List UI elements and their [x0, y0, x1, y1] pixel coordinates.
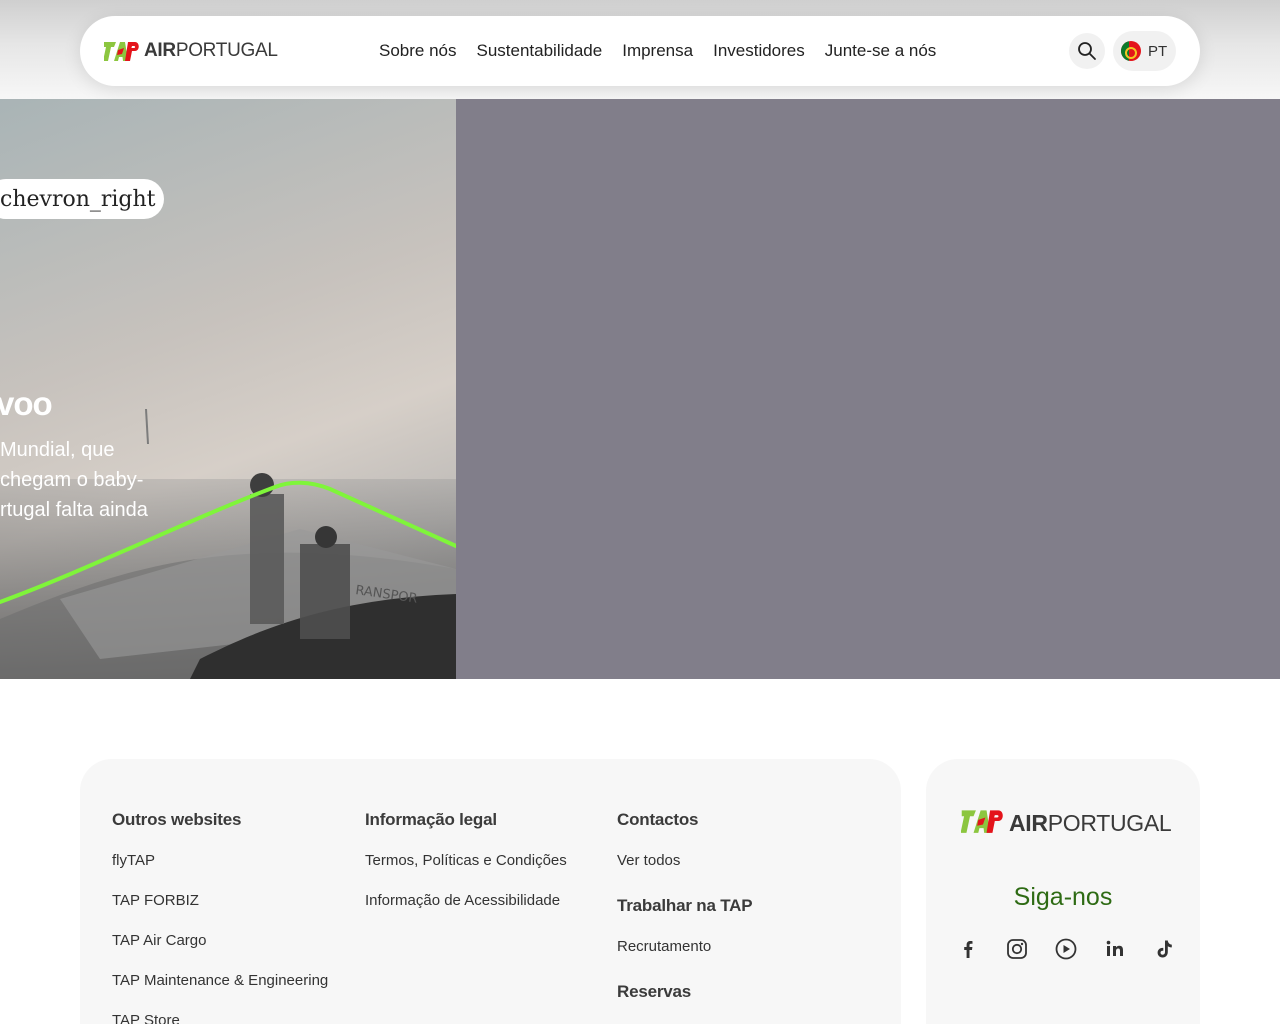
nav-item-sustentabilidade[interactable]: Sustentabilidade	[477, 41, 603, 61]
footer-column-informacao-legal: Informação legal Termos, Políticas e Con…	[365, 810, 567, 932]
footer-link-tap-store[interactable]: TAP Store	[112, 1012, 328, 1024]
footer-column-title-reservas: Reservas	[617, 982, 692, 1001]
logo-wordmark: AIRPORTUGAL	[144, 40, 278, 61]
instagram-icon[interactable]	[1005, 937, 1029, 961]
hero-photo: RANSPOR chevron_right voo Mundial, que c…	[0, 99, 456, 679]
logo-wordmark: AIRPORTUGAL	[1009, 810, 1172, 836]
tap-logo-mark-icon	[103, 40, 140, 62]
footer-column-title: Outros websites	[112, 810, 242, 829]
search-icon	[1078, 42, 1096, 60]
footer-brand-panel: AIRPORTUGAL Siga-nos	[926, 759, 1200, 1024]
follow-us-label: Siga-nos	[1013, 883, 1113, 911]
footer-column-contactos: Contactos Ver todos Trabalhar na TAP Rec…	[617, 810, 753, 1024]
hero-description: Mundial, que chegam o baby- rtugal falta…	[0, 439, 148, 521]
footer-links-panel: Outros websites flyTAP TAP FORBIZ TAP Ai…	[80, 759, 901, 1024]
hero-title: voo	[0, 385, 53, 422]
footer-column-title: Contactos	[617, 810, 699, 829]
footer-link-tap-forbiz[interactable]: TAP FORBIZ	[112, 892, 328, 932]
youtube-icon[interactable]	[1054, 937, 1078, 961]
main-nav: Sobre nós Sustentabilidade Imprensa Inve…	[379, 16, 956, 86]
facebook-icon[interactable]	[956, 937, 980, 961]
nav-item-imprensa[interactable]: Imprensa	[622, 41, 693, 61]
site-header: AIRPORTUGAL Sobre nós Sustentabilidade I…	[80, 16, 1200, 86]
footer-link-tap-maintenance[interactable]: TAP Maintenance & Engineering	[112, 972, 328, 1012]
tiktok-icon[interactable]	[1152, 937, 1176, 961]
social-links	[956, 937, 1176, 961]
footer-column-title: Informação legal	[365, 810, 497, 829]
language-label: PT	[1148, 42, 1168, 60]
footer-tap-logo[interactable]: AIRPORTUGAL	[960, 808, 1172, 839]
footer-link-recrutamento[interactable]: Recrutamento	[617, 938, 752, 978]
linkedin-icon[interactable]	[1103, 937, 1127, 961]
nav-item-investidores[interactable]: Investidores	[713, 41, 805, 61]
language-selector[interactable]: PT	[1113, 31, 1176, 71]
footer-link-ver-todos[interactable]: Ver todos	[617, 852, 752, 892]
nav-item-junte-se[interactable]: Junte-se a nós	[825, 41, 937, 61]
footer-column-outros-websites: Outros websites flyTAP TAP FORBIZ TAP Ai…	[112, 810, 328, 1024]
hero-next-chip[interactable]: chevron_right	[0, 179, 164, 219]
footer-link-termos[interactable]: Termos, Políticas e Condições	[365, 852, 567, 892]
tap-logo[interactable]: AIRPORTUGAL	[103, 39, 278, 63]
footer-link-flytap[interactable]: flyTAP	[112, 852, 328, 892]
tap-logo-mark-icon	[960, 808, 1005, 839]
nav-item-sobre-nos[interactable]: Sobre nós	[379, 41, 457, 61]
footer-link-acessibilidade[interactable]: Informação de Acessibilidade	[365, 892, 567, 932]
portugal-flag-icon	[1121, 41, 1141, 61]
search-button[interactable]	[1069, 33, 1105, 69]
footer-link-tap-air-cargo[interactable]: TAP Air Cargo	[112, 932, 328, 972]
hero-banner: RANSPOR chevron_right voo Mundial, que c…	[0, 99, 1280, 679]
footer-column-title-trabalhar: Trabalhar na TAP	[617, 896, 753, 915]
